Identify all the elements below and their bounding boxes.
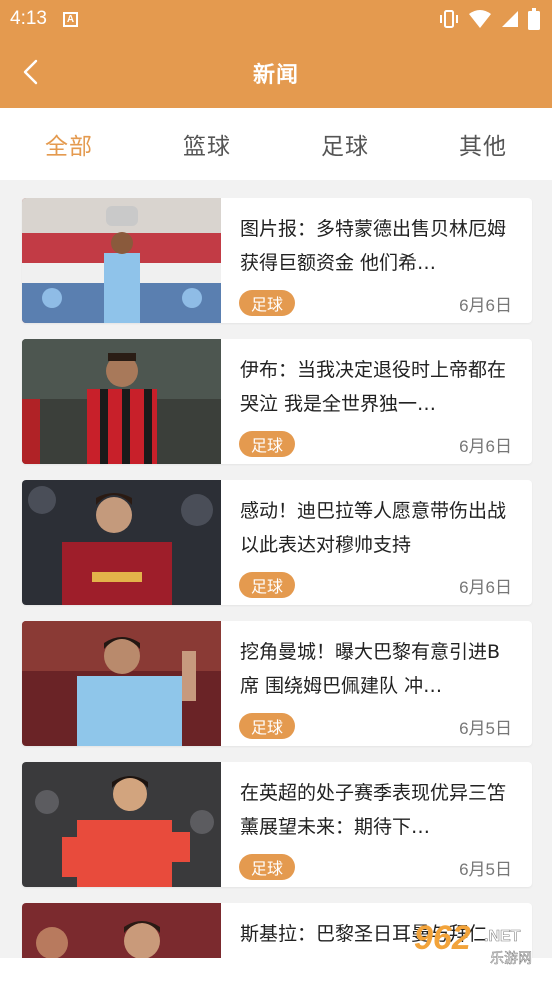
chevron-left-icon [23, 59, 38, 85]
news-thumbnail [22, 762, 221, 887]
watermark-suffix: .NET [484, 928, 521, 945]
news-title: 在英超的处子赛季表现优异三笘薰展望未来：期待下… [240, 782, 507, 838]
tab-football[interactable]: 足球 [276, 108, 414, 180]
news-list: 图片报：多特蒙德出售贝林厄姆获得巨额资金 他们希… 足球 6月6日 伊布：当我决… [0, 180, 552, 958]
news-thumbnail [22, 480, 221, 605]
watermark-logo: 962 .NET 乐游网 [406, 915, 546, 969]
vibrate-icon [440, 10, 458, 28]
news-card[interactable]: 图片报：多特蒙德出售贝林厄姆获得巨额资金 他们希… 足球 6月6日 [22, 198, 532, 323]
category-tag: 足球 [239, 431, 295, 457]
news-date: 6月6日 [459, 436, 512, 456]
news-thumbnail [22, 903, 221, 958]
news-date: 6月6日 [459, 577, 512, 597]
news-card[interactable]: 伊布：当我决定退役时上帝都在哭泣 我是全世界独一… 足球 6月6日 [22, 339, 532, 464]
status-time: 4:13 [10, 8, 47, 29]
news-card[interactable]: 在英超的处子赛季表现优异三笘薰展望未来：期待下… 足球 6月5日 [22, 762, 532, 887]
app-header: 4:13 A 新闻 [0, 0, 552, 108]
tab-basketball[interactable]: 篮球 [138, 108, 276, 180]
watermark-number: 962 [414, 919, 471, 957]
category-tag: 足球 [239, 854, 295, 880]
tab-other[interactable]: 其他 [414, 108, 552, 180]
battery-icon [528, 8, 540, 30]
category-tag: 足球 [239, 572, 295, 598]
title-bar: 新闻 [0, 38, 552, 108]
news-thumbnail [22, 621, 221, 746]
notification-icon: A [62, 11, 78, 27]
news-date: 6月5日 [459, 859, 512, 879]
news-title: 伊布：当我决定退役时上帝都在哭泣 我是全世界独一… [240, 359, 507, 415]
category-tag: 足球 [239, 290, 295, 316]
news-title: 感动！迪巴拉等人愿意带伤出战 以此表达对穆帅支持 [240, 500, 507, 556]
news-title: 挖角曼城！曝大巴黎有意引进B席 围绕姆巴佩建队 冲… [240, 641, 501, 697]
news-thumbnail [22, 339, 221, 464]
page-title: 新闻 [252, 63, 299, 88]
watermark-site: 乐游网 [490, 951, 532, 967]
category-tabs: 全部 篮球 足球 其他 [0, 108, 552, 180]
news-card[interactable]: 感动！迪巴拉等人愿意带伤出战 以此表达对穆帅支持 足球 6月6日 [22, 480, 532, 605]
signal-icon [502, 11, 518, 27]
news-card[interactable]: 挖角曼城！曝大巴黎有意引进B席 围绕姆巴佩建队 冲… 足球 6月5日 [22, 621, 532, 746]
tab-all[interactable]: 全部 [0, 108, 138, 180]
news-title: 图片报：多特蒙德出售贝林厄姆获得巨额资金 他们希… [240, 218, 507, 274]
wifi-icon [469, 10, 491, 28]
news-date: 6月5日 [459, 718, 512, 738]
news-thumbnail [22, 198, 221, 323]
status-bar: 4:13 A [0, 0, 552, 38]
back-button[interactable] [14, 55, 48, 89]
news-date: 6月6日 [459, 295, 512, 315]
category-tag: 足球 [239, 713, 295, 739]
